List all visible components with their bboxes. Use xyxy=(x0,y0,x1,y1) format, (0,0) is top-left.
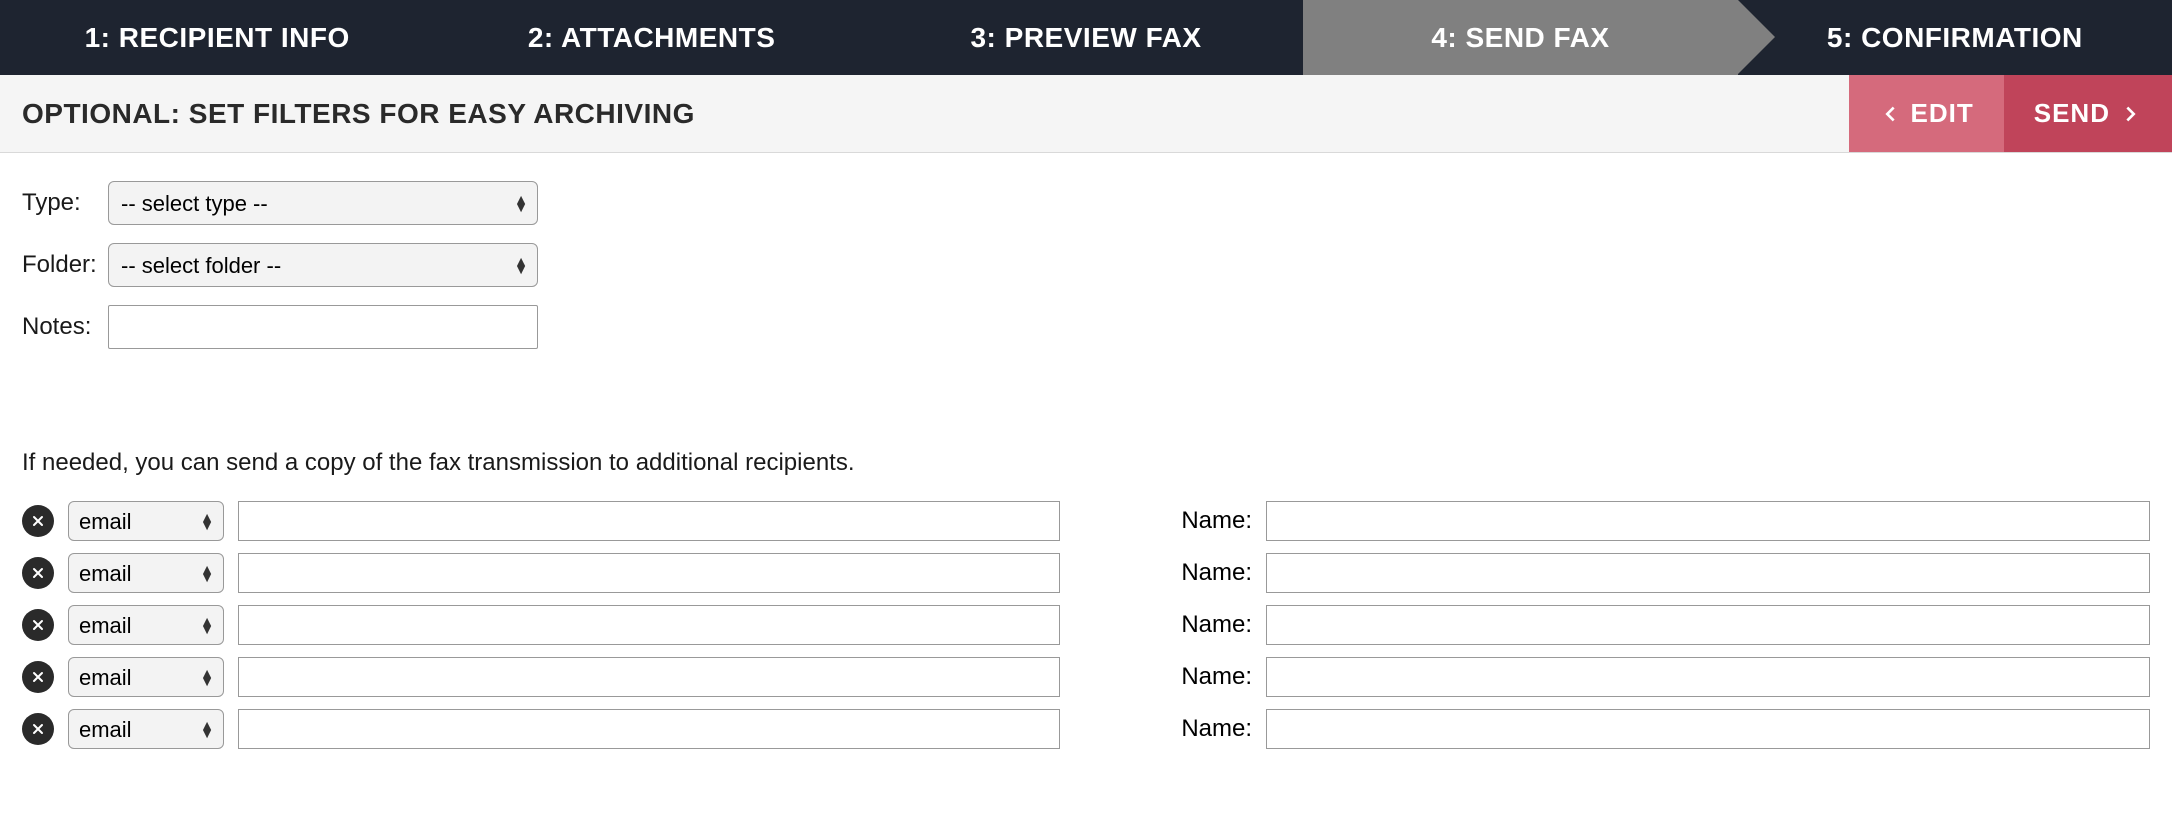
type-select[interactable]: -- select type -- xyxy=(108,181,538,225)
filter-row-notes: Notes: xyxy=(22,305,2150,349)
cc-row: email▲▼Name: xyxy=(22,501,2150,541)
cc-name-label: Name: xyxy=(1170,507,1252,535)
cc-name-input[interactable] xyxy=(1266,501,2150,541)
cc-rows: email▲▼Name:email▲▼Name:email▲▼Name:emai… xyxy=(22,501,2150,749)
remove-row-icon[interactable] xyxy=(22,713,54,745)
close-icon xyxy=(30,513,46,529)
arrow-right-icon xyxy=(2120,103,2142,125)
close-icon xyxy=(30,565,46,581)
step-recipient-info[interactable]: 1: RECIPIENT INFO xyxy=(0,0,434,75)
cc-name-input[interactable] xyxy=(1266,709,2150,749)
cc-row: email▲▼Name: xyxy=(22,553,2150,593)
step-label: 3: PREVIEW FAX xyxy=(970,22,1201,54)
cc-value-input[interactable] xyxy=(238,553,1060,593)
cc-name-input[interactable] xyxy=(1266,553,2150,593)
cc-value-input[interactable] xyxy=(238,501,1060,541)
cc-value-input[interactable] xyxy=(238,605,1060,645)
send-button-label: SEND xyxy=(2034,98,2110,129)
cc-name-input[interactable] xyxy=(1266,605,2150,645)
subheader-title: OPTIONAL: SET FILTERS FOR EASY ARCHIVING xyxy=(0,98,695,130)
folder-select[interactable]: -- select folder -- xyxy=(108,243,538,287)
filter-row-type: Type: -- select type -- ▲▼ xyxy=(22,181,2150,225)
folder-label: Folder: xyxy=(22,251,108,279)
cc-type-select[interactable]: email xyxy=(68,553,224,593)
cc-name-input[interactable] xyxy=(1266,657,2150,697)
notes-input[interactable] xyxy=(108,305,538,349)
main-content: Type: -- select type -- ▲▼ Folder: -- se… xyxy=(0,153,2172,801)
close-icon xyxy=(30,669,46,685)
cc-type-select[interactable]: email xyxy=(68,657,224,697)
additional-recipients-note: If needed, you can send a copy of the fa… xyxy=(22,449,2150,477)
subheader-actions: EDIT SEND xyxy=(1849,75,2172,152)
cc-type-select[interactable]: email xyxy=(68,605,224,645)
cc-row: email▲▼Name: xyxy=(22,709,2150,749)
cc-type-select[interactable]: email xyxy=(68,501,224,541)
filter-row-folder: Folder: -- select folder -- ▲▼ xyxy=(22,243,2150,287)
type-label: Type: xyxy=(22,189,108,217)
close-icon xyxy=(30,617,46,633)
step-label: 5: CONFIRMATION xyxy=(1827,22,2083,54)
close-icon xyxy=(30,721,46,737)
cc-row: email▲▼Name: xyxy=(22,605,2150,645)
arrow-left-icon xyxy=(1879,103,1901,125)
remove-row-icon[interactable] xyxy=(22,505,54,537)
notes-label: Notes: xyxy=(22,313,108,341)
step-send-fax[interactable]: 4: SEND FAX xyxy=(1303,0,1737,75)
cc-row: email▲▼Name: xyxy=(22,657,2150,697)
cc-type-select[interactable]: email xyxy=(68,709,224,749)
cc-value-input[interactable] xyxy=(238,657,1060,697)
edit-button[interactable]: EDIT xyxy=(1849,75,2004,152)
remove-row-icon[interactable] xyxy=(22,609,54,641)
send-button[interactable]: SEND xyxy=(2004,75,2172,152)
remove-row-icon[interactable] xyxy=(22,557,54,589)
step-preview-fax[interactable]: 3: PREVIEW FAX xyxy=(869,0,1303,75)
cc-name-label: Name: xyxy=(1170,559,1252,587)
edit-button-label: EDIT xyxy=(1911,98,1974,129)
cc-name-label: Name: xyxy=(1170,715,1252,743)
remove-row-icon[interactable] xyxy=(22,661,54,693)
step-label: 1: RECIPIENT INFO xyxy=(85,22,350,54)
wizard-steps: 1: RECIPIENT INFO 2: ATTACHMENTS 3: PREV… xyxy=(0,0,2172,75)
step-label: 2: ATTACHMENTS xyxy=(528,22,776,54)
subheader-bar: OPTIONAL: SET FILTERS FOR EASY ARCHIVING… xyxy=(0,75,2172,153)
step-attachments[interactable]: 2: ATTACHMENTS xyxy=(434,0,868,75)
cc-name-label: Name: xyxy=(1170,663,1252,691)
step-confirmation[interactable]: 5: CONFIRMATION xyxy=(1738,0,2172,75)
cc-name-label: Name: xyxy=(1170,611,1252,639)
step-label: 4: SEND FAX xyxy=(1431,22,1609,54)
cc-value-input[interactable] xyxy=(238,709,1060,749)
